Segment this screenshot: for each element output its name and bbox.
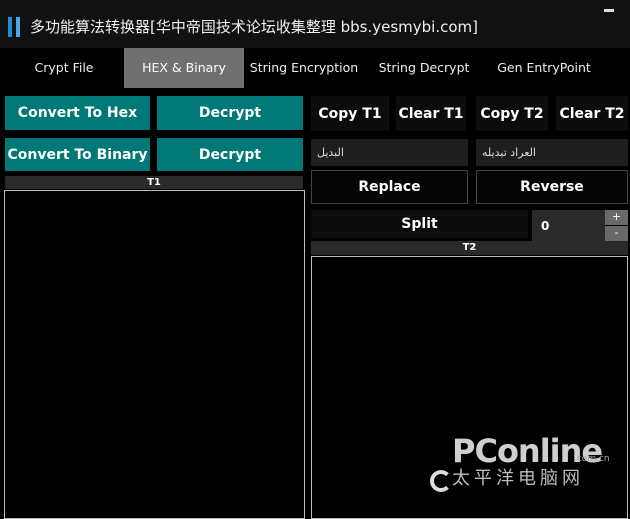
watermark-logo-icon bbox=[430, 470, 452, 492]
t1-label: T1 bbox=[5, 176, 303, 189]
text-to-replace-field[interactable]: العراد تبديله bbox=[476, 139, 628, 166]
spin-up-button[interactable]: + bbox=[605, 210, 628, 225]
minimize-icon[interactable] bbox=[604, 3, 614, 13]
copy-t1-button[interactable]: Copy T1 bbox=[311, 96, 389, 131]
watermark: PConline .com.cn 太平洋电脑网 bbox=[430, 432, 624, 492]
tab-hex-binary[interactable]: HEX & Binary bbox=[124, 48, 244, 88]
app-icon bbox=[8, 17, 20, 37]
replace-button[interactable]: Replace bbox=[311, 170, 468, 204]
clear-t2-button[interactable]: Clear T2 bbox=[556, 96, 628, 131]
t2-label: T2 bbox=[311, 241, 628, 255]
copy-t2-button[interactable]: Copy T2 bbox=[476, 96, 548, 131]
replace-with-field[interactable]: البديل bbox=[311, 139, 468, 166]
clear-t1-button[interactable]: Clear T1 bbox=[396, 96, 466, 131]
t1-textarea[interactable] bbox=[4, 190, 305, 519]
convert-to-hex-button[interactable]: Convert To Hex bbox=[5, 96, 150, 130]
tab-gen-entrypoint[interactable]: Gen EntryPoint bbox=[486, 48, 602, 88]
tab-string-decrypt[interactable]: String Decrypt bbox=[362, 48, 486, 88]
watermark-chinese: 太平洋电脑网 bbox=[452, 468, 584, 489]
watermark-domain: .com.cn bbox=[574, 454, 610, 464]
tab-bar: Crypt File HEX & Binary String Encryptio… bbox=[0, 48, 630, 88]
split-count-input[interactable]: 0 bbox=[532, 210, 605, 241]
split-button[interactable]: Split bbox=[311, 210, 528, 238]
decrypt-hex-button[interactable]: Decrypt bbox=[157, 96, 303, 130]
tab-crypt-file[interactable]: Crypt File bbox=[0, 48, 128, 88]
decrypt-binary-button[interactable]: Decrypt bbox=[157, 138, 303, 171]
convert-to-binary-button[interactable]: Convert To Binary bbox=[5, 138, 150, 171]
reverse-button[interactable]: Reverse bbox=[476, 170, 628, 204]
window-title: 多功能算法转换器[华中帝国技术论坛收集整理 bbs.yesmybi.com] bbox=[30, 18, 479, 36]
spin-down-button[interactable]: - bbox=[605, 226, 628, 241]
title-bar: 多功能算法转换器[华中帝国技术论坛收集整理 bbs.yesmybi.com] bbox=[0, 0, 630, 48]
tab-string-encryption[interactable]: String Encryption bbox=[246, 48, 362, 88]
